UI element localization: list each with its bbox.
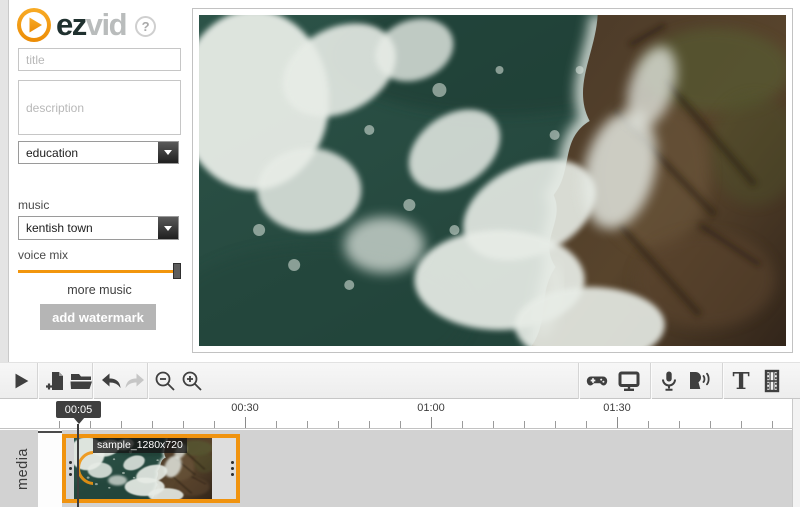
gamepad-icon bbox=[584, 369, 610, 393]
category-dropdown-value: education bbox=[19, 142, 158, 163]
toolbar-separator bbox=[37, 363, 38, 399]
ruler-label: 00:30 bbox=[231, 402, 259, 414]
ruler-tick bbox=[307, 421, 308, 428]
toolbar-separator bbox=[92, 363, 93, 399]
timeline-scrollbar[interactable] bbox=[792, 399, 800, 507]
ruler-tick bbox=[400, 421, 401, 428]
music-label: music bbox=[18, 198, 49, 212]
monitor-icon bbox=[616, 369, 642, 393]
game-capture-button[interactable] bbox=[582, 366, 612, 396]
ruler-tick bbox=[555, 421, 556, 428]
ruler-tick bbox=[648, 421, 649, 428]
sidebar: ezvid ? education music kentish town voi… bbox=[10, 0, 192, 362]
zoom-out-icon bbox=[153, 369, 177, 393]
ruler-tick bbox=[617, 417, 618, 428]
play-logo-icon bbox=[16, 7, 52, 43]
ocean-video-frame bbox=[199, 15, 786, 346]
ruler-tick bbox=[431, 417, 432, 428]
text-tool-icon: T bbox=[732, 370, 749, 393]
zoom-out-button[interactable] bbox=[150, 366, 180, 396]
ruler-tick bbox=[493, 421, 494, 428]
ruler-tick bbox=[121, 421, 122, 428]
ruler-tick bbox=[152, 421, 153, 428]
title-input[interactable] bbox=[18, 48, 181, 71]
playhead-time-badge[interactable]: 00:05 bbox=[56, 401, 101, 418]
ruler-tick bbox=[679, 421, 680, 428]
help-icon[interactable]: ? bbox=[135, 16, 156, 37]
left-edge-strip bbox=[0, 0, 9, 362]
voice-mix-slider[interactable] bbox=[18, 263, 181, 279]
ruler-tick bbox=[710, 421, 711, 428]
screen-capture-button[interactable] bbox=[614, 366, 644, 396]
toolbar: T bbox=[0, 362, 800, 399]
drag-dots-icon bbox=[69, 467, 72, 470]
category-dropdown[interactable]: education bbox=[18, 141, 179, 164]
clip-trim-left-handle[interactable] bbox=[66, 438, 74, 499]
playhead-line[interactable] bbox=[77, 424, 79, 507]
music-dropdown-value: kentish town bbox=[19, 217, 158, 239]
track-top-line bbox=[38, 431, 62, 433]
voice-mix-label: voice mix bbox=[18, 248, 68, 262]
timeline-ruler[interactable]: 00:30 01:00 01:30 bbox=[0, 399, 792, 429]
toolbar-separator bbox=[147, 363, 148, 399]
ruler-label: 01:00 bbox=[417, 402, 445, 414]
ruler-label: 01:30 bbox=[603, 402, 631, 414]
redo-icon bbox=[122, 369, 148, 393]
speaking-head-icon bbox=[685, 369, 713, 393]
ruler-tick bbox=[741, 421, 742, 428]
ruler-tick bbox=[214, 421, 215, 428]
redo-button[interactable] bbox=[120, 366, 150, 396]
add-file-icon bbox=[43, 369, 67, 393]
ruler-tick bbox=[369, 421, 370, 428]
description-input[interactable] bbox=[18, 80, 181, 135]
voice-mix-handle[interactable] bbox=[173, 263, 181, 279]
folder-icon bbox=[69, 369, 93, 393]
ruler-tick bbox=[586, 421, 587, 428]
chevron-down-icon[interactable] bbox=[158, 142, 178, 163]
toolbar-separator bbox=[722, 363, 723, 399]
ruler-tick bbox=[90, 421, 91, 428]
zoom-in-button[interactable] bbox=[177, 366, 207, 396]
toolbar-separator bbox=[650, 363, 651, 399]
music-dropdown[interactable]: kentish town bbox=[18, 216, 179, 240]
ruler-tick bbox=[338, 421, 339, 428]
app-title: ezvid bbox=[56, 7, 126, 43]
add-watermark-button[interactable]: add watermark bbox=[40, 304, 156, 330]
video-preview bbox=[199, 15, 786, 346]
play-button[interactable] bbox=[6, 366, 36, 396]
play-icon bbox=[10, 370, 32, 392]
timeline-prezero-area bbox=[38, 430, 62, 507]
voice-mix-track bbox=[18, 270, 181, 273]
ruler-tick bbox=[772, 421, 773, 428]
ruler-tick bbox=[462, 421, 463, 428]
app-logo: ezvid ? bbox=[16, 6, 156, 44]
zoom-in-icon bbox=[180, 369, 204, 393]
filmstrip-icon bbox=[760, 368, 784, 394]
chevron-down-icon[interactable] bbox=[158, 217, 178, 239]
clip-filename: sample_1280x720 bbox=[93, 438, 187, 453]
add-filmstrip-button[interactable] bbox=[757, 366, 787, 396]
speech-synthesis-button[interactable] bbox=[684, 366, 714, 396]
clip-trim-right-handle[interactable] bbox=[228, 438, 236, 499]
record-voice-button[interactable] bbox=[654, 366, 684, 396]
preview-panel bbox=[192, 8, 793, 353]
ruler-tick bbox=[183, 421, 184, 428]
toolbar-separator bbox=[578, 363, 579, 399]
microphone-icon bbox=[657, 369, 681, 393]
ruler-tick bbox=[524, 421, 525, 428]
drag-dots-icon bbox=[231, 467, 234, 470]
media-track-label: media bbox=[8, 435, 38, 503]
timeline-clip[interactable]: sample_1280x720 bbox=[62, 434, 240, 503]
more-music-link[interactable]: more music bbox=[18, 283, 181, 297]
ruler-tick bbox=[276, 421, 277, 428]
ruler-tick bbox=[59, 421, 60, 428]
add-text-button[interactable]: T bbox=[726, 366, 756, 396]
ruler-tick bbox=[245, 417, 246, 428]
